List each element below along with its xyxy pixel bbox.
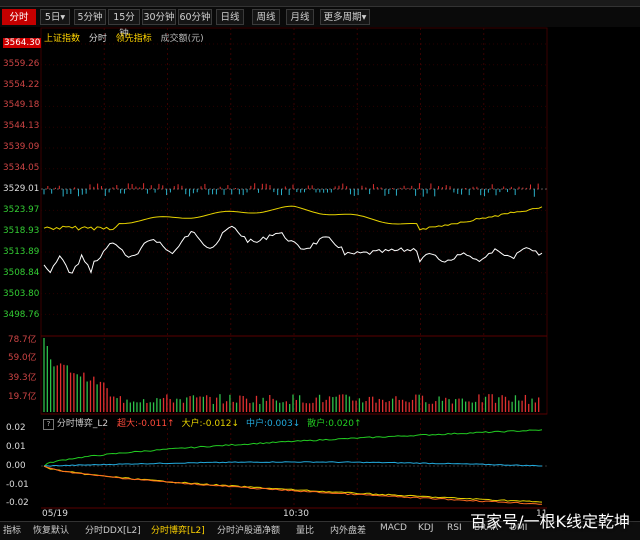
help-icon[interactable]: ?	[43, 419, 54, 430]
retail-flow-line	[43, 429, 543, 467]
large-flow-line	[43, 465, 543, 503]
medium-flow-line	[43, 461, 542, 467]
price-label: 3523.97	[3, 205, 40, 215]
price-label-reference: 3529.01	[3, 184, 40, 194]
flow-retail-value: 散户:0.020↑	[307, 419, 361, 429]
vertical-grid	[103, 28, 485, 508]
arrow-down-icon: ↓	[292, 419, 301, 429]
flow-retail-label: 散户:0.020	[307, 419, 354, 429]
flow-axis-label: 0.01	[6, 442, 26, 452]
flow-large-value: 大户:-0.012↓	[181, 419, 239, 429]
tab-volume-ratio[interactable]: 量比	[296, 523, 314, 536]
price-label: 3534.05	[3, 163, 40, 173]
tab-macd[interactable]: MACD	[380, 523, 407, 533]
price-label: 3539.09	[3, 142, 40, 152]
average-price-line	[43, 205, 543, 231]
tab-intraday-flow[interactable]: 分时博弈[L2]	[151, 523, 205, 536]
volume-label: 59.0亿	[8, 353, 37, 363]
price-label: 3518.93	[3, 226, 40, 236]
arrow-down-icon: ↓	[231, 419, 240, 429]
flow-axis-label: -0.01	[6, 480, 29, 490]
watermark: 百家号/一根K线定乾坤	[470, 512, 630, 531]
price-line	[43, 225, 543, 275]
tab-indicators[interactable]: 指标	[3, 523, 21, 536]
tab-northbound-net[interactable]: 分时沪股通净额	[217, 523, 280, 536]
price-label: 3554.22	[3, 80, 40, 90]
tab-intraday-ddx[interactable]: 分时DDX[L2]	[85, 523, 141, 536]
tab-kdj[interactable]: KDJ	[418, 523, 434, 533]
time-label-start: 05/19	[42, 509, 68, 519]
arrow-up-icon: ↑	[353, 419, 362, 429]
price-label-high: 3564.30	[3, 38, 42, 48]
flow-axis-label: -0.02	[6, 498, 29, 508]
volume-label: 78.7亿	[8, 335, 37, 345]
tick-volume-bars	[43, 183, 539, 197]
price-label: 3503.80	[3, 289, 40, 299]
flow-panel-title: 分时博弈_L2	[56, 419, 109, 429]
flow-medium-label: 中户:0.003	[245, 419, 293, 429]
flow-medium-value: 中户:0.003↓	[246, 419, 300, 429]
tab-bid-ask-diff[interactable]: 内外盘差	[330, 523, 366, 536]
price-label: 3559.26	[3, 59, 40, 69]
volume-label: 39.3亿	[8, 373, 37, 383]
volume-bars	[43, 338, 540, 412]
price-label: 3549.18	[3, 100, 40, 110]
flow-axis-label: 0.02	[6, 423, 26, 433]
flow-super-large-label: 超大:-0.011	[117, 419, 168, 429]
flow-axis-label: 0.00	[6, 461, 26, 471]
price-label: 3544.13	[3, 121, 40, 131]
tab-rsi[interactable]: RSI	[447, 523, 462, 533]
flow-super-large-value: 超大:-0.011↑	[117, 419, 175, 429]
price-label: 3498.76	[3, 310, 40, 320]
flow-large-label: 大户:-0.012	[181, 419, 232, 429]
price-label: 3508.84	[3, 268, 40, 278]
tab-restore-default[interactable]: 恢复默认	[33, 523, 69, 536]
time-label-mid: 10:30	[283, 509, 309, 519]
arrow-up-icon: ↑	[167, 419, 175, 429]
price-label: 3513.89	[3, 247, 40, 257]
intraday-chart-canvas	[40, 27, 548, 509]
volume-label: 19.7亿	[8, 392, 37, 402]
flow-panel-header: ? 分时博弈_L2 超大:-0.011↑ 大户:-0.012↓ 中户:0.003…	[43, 416, 362, 430]
